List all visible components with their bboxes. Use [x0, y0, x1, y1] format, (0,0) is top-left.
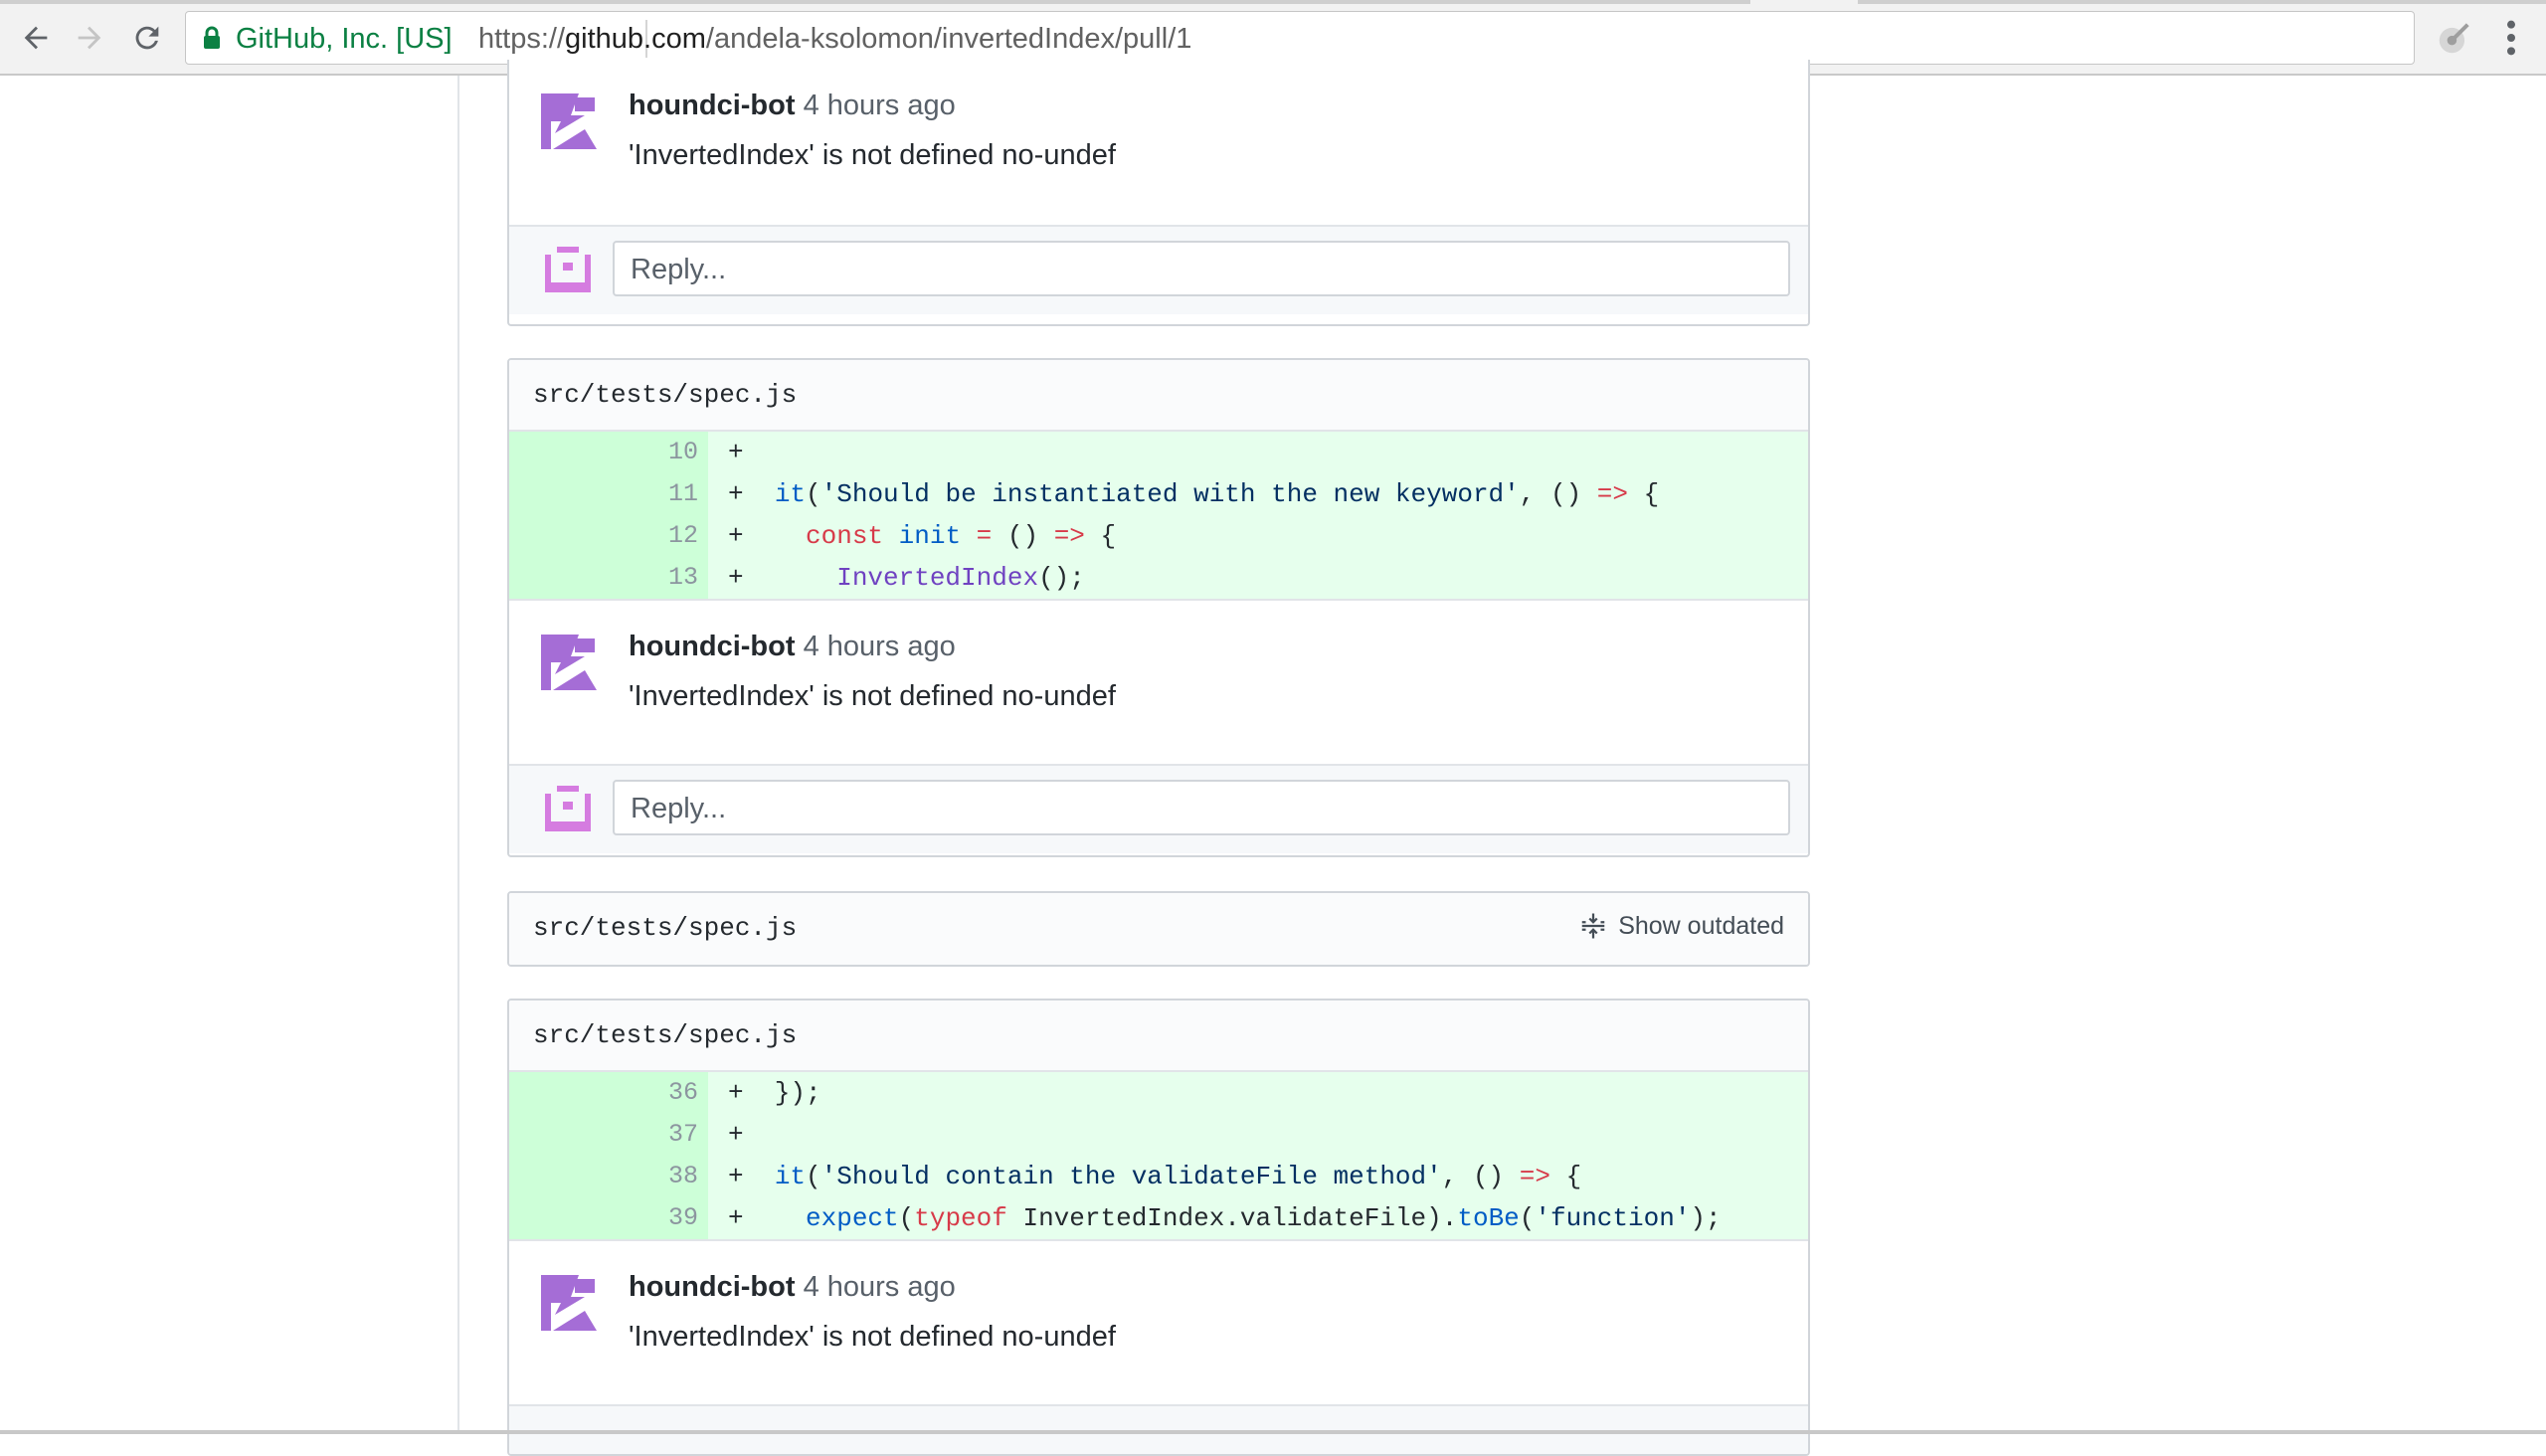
reload-icon — [135, 26, 159, 50]
comment-body: 'InvertedIndex' is not defined no-undef — [629, 680, 1116, 712]
secure-site-label[interactable]: GitHub, Inc. [US] — [236, 23, 453, 56]
comment-time[interactable]: 4 hours ago — [804, 90, 956, 121]
diff-line: 10 + — [509, 432, 1808, 473]
tab-strip-edge-right — [1858, 0, 2546, 4]
show-outdated-button[interactable]: Show outdated — [1578, 911, 1784, 941]
window-bottom-edge — [0, 1430, 2546, 1434]
code-line: + const init = () => { — [728, 521, 1117, 551]
comment-time[interactable]: 4 hours ago — [804, 631, 956, 662]
diff-hunk: 10 + 11 + it('Should be instantiated wit… — [509, 432, 1808, 599]
diff-hunk: 36 + }); 37 + 38 + it('Should contain th… — [509, 1072, 1808, 1239]
review-comment: houndci-bot 4 hours ago 'InvertedIndex' … — [509, 60, 1808, 225]
user-avatar-icon — [541, 243, 595, 296]
forward-button[interactable] — [68, 16, 111, 60]
line-number[interactable]: 39 — [509, 1203, 698, 1232]
file-path[interactable]: src/tests/spec.js — [533, 913, 797, 943]
diff-line: 11 + it('Should be instantiated with the… — [509, 473, 1808, 515]
comment-time[interactable]: 4 hours ago — [804, 1271, 956, 1303]
houndci-avatar-icon[interactable] — [541, 1275, 597, 1331]
show-outdated-label: Show outdated — [1618, 911, 1784, 940]
comment-meta: houndci-bot 4 hours ago — [629, 631, 956, 663]
timeline-line — [457, 76, 459, 1434]
diff-line: 36 + }); — [509, 1072, 1808, 1114]
comment-meta: houndci-bot 4 hours ago — [629, 90, 956, 122]
back-button[interactable] — [14, 16, 58, 60]
code-line: + — [728, 438, 744, 467]
file-header: src/tests/spec.js — [509, 360, 1808, 432]
line-number[interactable]: 36 — [509, 1078, 698, 1107]
line-number[interactable]: 12 — [509, 521, 698, 550]
review-thread: src/tests/spec.js 36 + }); 37 + 38 + it(… — [507, 999, 1810, 1456]
line-number[interactable]: 37 — [509, 1120, 698, 1149]
comment-author[interactable]: houndci-bot — [629, 631, 796, 662]
houndci-avatar-icon[interactable] — [541, 635, 597, 690]
comment-author[interactable]: houndci-bot — [629, 1271, 796, 1303]
forward-icon — [78, 26, 101, 50]
reply-input[interactable]: Reply... — [613, 780, 1790, 835]
review-thread: houndci-bot 4 hours ago 'InvertedIndex' … — [507, 60, 1810, 326]
diff-line: 13 + InvertedIndex(); — [509, 557, 1808, 599]
outdated-thread: src/tests/spec.js Show outdated — [507, 891, 1810, 967]
comment-body: 'InvertedIndex' is not defined no-undef — [629, 1321, 1116, 1353]
line-number[interactable]: 11 — [509, 479, 698, 508]
code-line: + it('Should contain the validateFile me… — [728, 1162, 1582, 1191]
comment-author[interactable]: houndci-bot — [629, 90, 796, 121]
file-header: src/tests/spec.js Show outdated — [509, 893, 1808, 965]
url-text[interactable]: https://github.com/andela-ksolomon/inver… — [478, 23, 1191, 56]
houndci-avatar-icon[interactable] — [541, 93, 597, 149]
back-icon — [24, 26, 48, 50]
diff-line: 37 + — [509, 1114, 1808, 1156]
file-path[interactable]: src/tests/spec.js — [533, 1020, 797, 1050]
code-line: + — [728, 1120, 744, 1150]
line-number[interactable]: 10 — [509, 438, 698, 466]
reply-row: Reply... — [509, 764, 1808, 853]
unfold-icon — [1581, 913, 1605, 939]
review-thread: src/tests/spec.js 10 + 11 + it('Should b… — [507, 358, 1810, 857]
comment-body: 'InvertedIndex' is not defined no-undef — [629, 139, 1116, 171]
file-path[interactable]: src/tests/spec.js — [533, 380, 797, 410]
line-number[interactable]: 13 — [509, 563, 698, 592]
review-comment: houndci-bot 4 hours ago 'InvertedIndex' … — [509, 1239, 1808, 1404]
line-number[interactable]: 38 — [509, 1162, 698, 1190]
diff-line: 38 + it('Should contain the validateFile… — [509, 1156, 1808, 1197]
reply-row: Reply... — [509, 225, 1808, 314]
diff-line: 39 + expect(typeof InvertedIndex.validat… — [509, 1197, 1808, 1239]
diff-line: 12 + const init = () => { — [509, 515, 1808, 557]
extension-icon[interactable] — [2435, 20, 2472, 58]
user-avatar-icon — [541, 782, 595, 835]
code-line: + }); — [728, 1078, 821, 1108]
reload-button[interactable] — [125, 16, 169, 60]
comment-meta: houndci-bot 4 hours ago — [629, 1271, 956, 1304]
menu-icon[interactable] — [2496, 18, 2526, 58]
lock-icon — [204, 26, 220, 49]
code-line: + expect(typeof InvertedIndex.validateFi… — [728, 1203, 1722, 1233]
review-comment: houndci-bot 4 hours ago 'InvertedIndex' … — [509, 599, 1808, 764]
code-line: + InvertedIndex(); — [728, 563, 1085, 593]
file-header: src/tests/spec.js — [509, 1001, 1808, 1072]
code-line: + it('Should be instantiated with the ne… — [728, 479, 1660, 509]
tab-strip-edge — [0, 0, 1750, 4]
reply-input[interactable]: Reply... — [613, 241, 1790, 296]
address-bar[interactable]: GitHub, Inc. [US] https://github.com/and… — [185, 11, 2415, 65]
